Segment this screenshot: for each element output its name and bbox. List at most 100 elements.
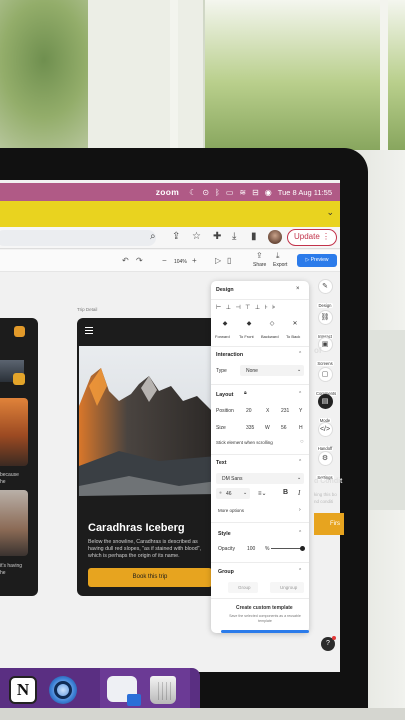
type-label: Type [216, 368, 227, 374]
text-align-icon[interactable]: ≡⌄ [258, 490, 267, 497]
font-family-select[interactable]: DM Sans ⌄ [216, 473, 304, 484]
opacity-unit: % [265, 546, 270, 552]
interaction-type-select[interactable]: None ⌄ [240, 365, 304, 376]
type-value: None [246, 368, 258, 374]
play-circle-icon[interactable]: ⊙ [202, 188, 209, 197]
align-tools-icon[interactable]: ⊢⊥⊣⊤⊥⊦⊧ [216, 304, 280, 311]
update-label: Update [294, 232, 320, 241]
zoom-out-icon[interactable]: − [162, 256, 167, 265]
italic-button[interactable]: I [298, 489, 300, 497]
height-input[interactable]: 56 [281, 425, 287, 431]
address-bar[interactable] [0, 230, 156, 246]
bold-button[interactable]: B [283, 489, 288, 496]
chevron-up-icon[interactable]: ⌃ [298, 391, 302, 397]
window-glass [205, 0, 405, 150]
to-back-label: To Back [286, 334, 301, 339]
font-value: DM Sans [222, 476, 243, 482]
phone-icon[interactable]: ▯ [227, 256, 231, 265]
group-button[interactable]: Group [228, 582, 258, 593]
create-template-button[interactable] [221, 630, 309, 633]
chevron-up-icon[interactable]: ⌃ [298, 459, 302, 465]
x-label: X [266, 408, 270, 414]
divider [211, 598, 309, 599]
sticky-checkbox[interactable]: ○ [300, 439, 304, 445]
rail-design[interactable]: ✎ Design [315, 279, 335, 312]
hamburger-menu-icon[interactable] [85, 327, 93, 334]
redo-icon[interactable]: ↷ [136, 256, 143, 265]
backward-label: Backward [261, 334, 279, 339]
download-icon[interactable]: ⤓ [232, 231, 236, 242]
partial-button[interactable]: Firs [314, 513, 344, 535]
quicktime-ring-icon [54, 681, 72, 699]
size-label: Size [216, 425, 226, 431]
font-size-select[interactable]: ● 46 ⌄ [216, 488, 250, 499]
zoom-in-icon[interactable]: + [192, 256, 197, 265]
color-swatch-icon: ● [219, 490, 223, 496]
share-icon[interactable]: ⇪ [172, 231, 180, 242]
group-label: Group [238, 585, 251, 590]
card-text: he [0, 570, 6, 576]
layout-header: Layout [216, 392, 234, 398]
opacity-value[interactable]: 100 [247, 546, 255, 552]
trip-description: Below the snowline, Caradhras is describ… [88, 539, 202, 560]
app-logo-icon [14, 326, 25, 337]
bluetooth-icon[interactable]: ᛒ [215, 188, 220, 197]
export-label[interactable]: Export [273, 262, 287, 268]
link-icon: ⛓ [317, 310, 333, 325]
chevron-up-icon[interactable]: ⌃ [298, 351, 302, 357]
w-label: W [265, 425, 270, 431]
star-icon[interactable]: ☆ [192, 231, 201, 242]
font-size-value: 46 [226, 491, 232, 497]
gear-icon: ⚙ [317, 451, 333, 466]
group-header: Group [218, 569, 234, 575]
recent-app-icon[interactable] [127, 694, 141, 706]
divider [211, 562, 309, 563]
chevron-down-icon[interactable]: ⌄ [326, 207, 334, 218]
close-icon[interactable]: × [296, 286, 300, 292]
opacity-slider-handle[interactable] [300, 546, 305, 551]
create-template-title[interactable]: Create custom template [236, 605, 293, 611]
battery-icon[interactable]: ▭ [226, 188, 234, 197]
opacity-slider[interactable] [271, 548, 303, 550]
export-icon[interactable]: ⤓ [276, 251, 280, 261]
text-header: Text [216, 460, 227, 466]
chevron-up-icon[interactable]: ⌃ [298, 530, 302, 536]
siri-icon[interactable]: ◉ [265, 188, 272, 197]
chevron-right-icon[interactable]: › [299, 507, 301, 513]
thumbnail-image [0, 398, 28, 466]
rail-label: Screens [316, 361, 334, 366]
zoom-level[interactable]: 104% [174, 259, 187, 265]
ungroup-button[interactable]: Ungroup [270, 582, 304, 593]
moon-icon[interactable]: ☾ [189, 188, 196, 197]
position-x-input[interactable]: 20 [246, 408, 252, 414]
search-icon[interactable]: ⌕ [150, 231, 156, 242]
undo-icon[interactable]: ↶ [122, 256, 129, 265]
preview-button[interactable]: ▷ Preview [297, 254, 337, 267]
width-input[interactable]: 335 [246, 425, 254, 431]
lock-icon[interactable]: 🔒︎ [244, 390, 247, 396]
zoom-menubar-app[interactable]: zoom [156, 187, 179, 197]
search-button[interactable] [13, 373, 25, 385]
share-label[interactable]: Share [253, 262, 266, 268]
notion-app-icon[interactable]: N [9, 676, 37, 704]
thumbnail-image [0, 490, 28, 556]
wifi-icon[interactable]: ≋ [239, 188, 246, 197]
clock-text[interactable]: Tue 8 Aug 11:55 [278, 188, 332, 197]
divider [211, 346, 309, 347]
update-button[interactable]: Update ⋮ [287, 229, 338, 246]
share-icon[interactable]: ⇪ [256, 251, 263, 260]
frame-label[interactable]: Trip Detail [77, 307, 97, 312]
chevron-up-icon[interactable]: ⌃ [298, 568, 302, 574]
photo-scene: zoom ☾ ⊙ ᛒ ▭ ≋ ⊟ ◉ Tue 8 Aug 11:55 ⌄ ⌕ ⇪… [0, 0, 405, 720]
control-center-icon[interactable]: ⊟ [252, 188, 259, 197]
more-options-link[interactable]: More options [218, 508, 244, 513]
pen-icon: ✎ [317, 279, 333, 294]
sidebar-icon[interactable]: ▮ [251, 231, 257, 242]
app-toolbar: ↶ ↷ − 104% + ▷ ▯ ⇪ Share ⤓ Export ▷ Prev… [0, 250, 340, 272]
puzzle-icon[interactable]: ✚ [213, 231, 221, 242]
browser-toolbar: ⌕ ⇪ ☆ ✚ ⤓ ▮ Update ⋮ [0, 227, 340, 249]
avatar[interactable] [268, 230, 282, 244]
play-icon[interactable]: ▷ [215, 256, 221, 265]
book-trip-button[interactable]: Book this trip [88, 568, 212, 587]
position-y-input[interactable]: 231 [281, 408, 289, 414]
